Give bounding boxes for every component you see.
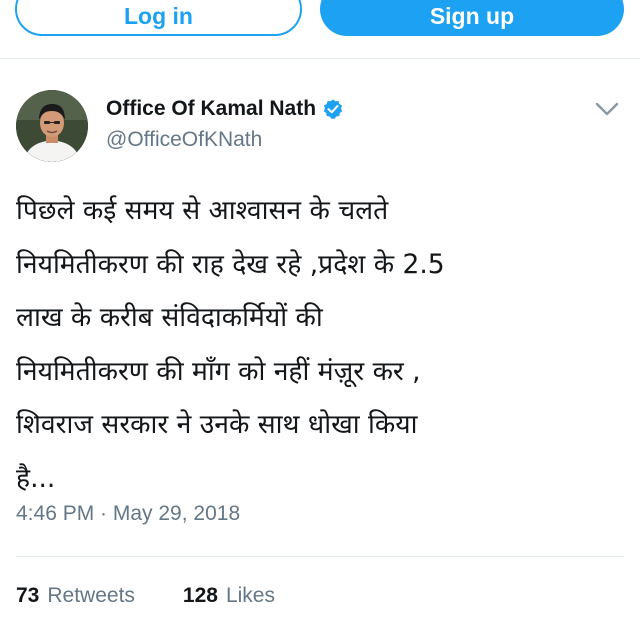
retweets-count: 73 bbox=[16, 584, 40, 607]
avatar[interactable] bbox=[16, 90, 88, 162]
profile-photo-icon bbox=[16, 90, 88, 162]
likes-label: Likes bbox=[225, 584, 275, 607]
retweets-label: Retweets bbox=[47, 584, 135, 607]
verified-badge-icon bbox=[322, 98, 344, 120]
author-handle[interactable]: @OfficeOfKNath bbox=[106, 128, 262, 152]
tweet-timestamp[interactable]: 4:46 PM · May 29, 2018 bbox=[16, 502, 240, 526]
retweets-stat[interactable]: 73 Retweets bbox=[16, 584, 135, 608]
likes-count: 128 bbox=[182, 584, 218, 607]
author-display-name[interactable]: Office Of Kamal Nath bbox=[106, 97, 316, 121]
author-name-row[interactable]: Office Of Kamal Nath bbox=[106, 95, 344, 123]
tweet-stats: 73 Retweets 128 Likes bbox=[16, 584, 275, 608]
likes-stat[interactable]: 128 Likes bbox=[183, 584, 275, 608]
tweet-page: Log in Sign up Office Of Kamal Nath @Off… bbox=[0, 0, 640, 640]
log-in-button[interactable]: Log in bbox=[15, 0, 302, 36]
auth-bar: Log in Sign up bbox=[0, 0, 640, 59]
sign-up-button[interactable]: Sign up bbox=[320, 0, 624, 36]
tweet-text: पिछले कई समय से आश्वासन के चलते नियमितीक… bbox=[16, 195, 445, 494]
divider bbox=[16, 556, 624, 557]
chevron-down-icon[interactable] bbox=[594, 100, 620, 118]
